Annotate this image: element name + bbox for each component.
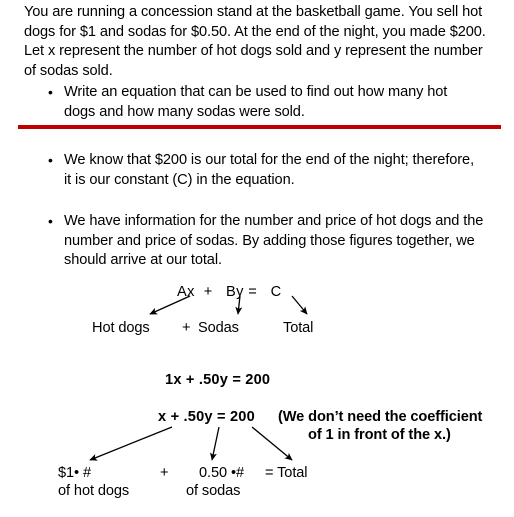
bullet-text-constant: We know that $200 is our total for the e… [64,152,475,188]
red-divider [18,125,501,129]
note-coefficient-line-1: (We don’t need the coefficient [278,409,483,425]
bullet-dot-icon: • [48,84,53,100]
breakdown-term1-price: $1• # [58,465,92,481]
formula-label-total: Total [283,320,314,336]
equation-simplified: x + .50y = 200 [158,409,255,425]
formula-label-hot-dogs: Hot dogs [92,320,150,336]
arrow-200-to-total-term [251,426,293,461]
equation-with-coefficient: 1x + .50y = 200 [165,372,271,388]
bullet-dot-icon: • [48,152,53,168]
arrow-c-to-total [291,295,308,315]
worksheet-page: You are running a concession stand at th… [0,0,514,517]
bullet-text-information: We have information for the number and p… [64,213,484,268]
intro-paragraph: You are running a concession stand at th… [24,4,486,79]
bullet-item-information: • We have information for the number and… [48,212,508,271]
bullet-text-write-equation: Write an equation that can be used to fi… [64,84,448,120]
breakdown-term1-description: of hot dogs [58,483,130,499]
note-coefficient-line-2: of 1 in front of the x.) [308,427,451,443]
formula-standard-form: Ax + By = C [177,284,282,300]
bullet-item-constant: • We know that $200 is our total for the… [48,151,498,190]
breakdown-plus-sign: + [160,465,169,481]
formula-label-sodas: Sodas [198,320,239,336]
breakdown-equals-total: = Total [265,465,308,481]
arrow-x-to-hot-dogs-term [89,426,173,461]
bullet-dot-icon: • [48,213,53,229]
breakdown-term2-description: of sodas [186,483,241,499]
formula-label-plus: + [182,320,191,336]
breakdown-term2-price: 0.50 •# [199,465,244,481]
arrow-50y-to-sodas-term [210,426,220,461]
bullet-item-write-equation: • Write an equation that can be used to … [48,83,488,122]
